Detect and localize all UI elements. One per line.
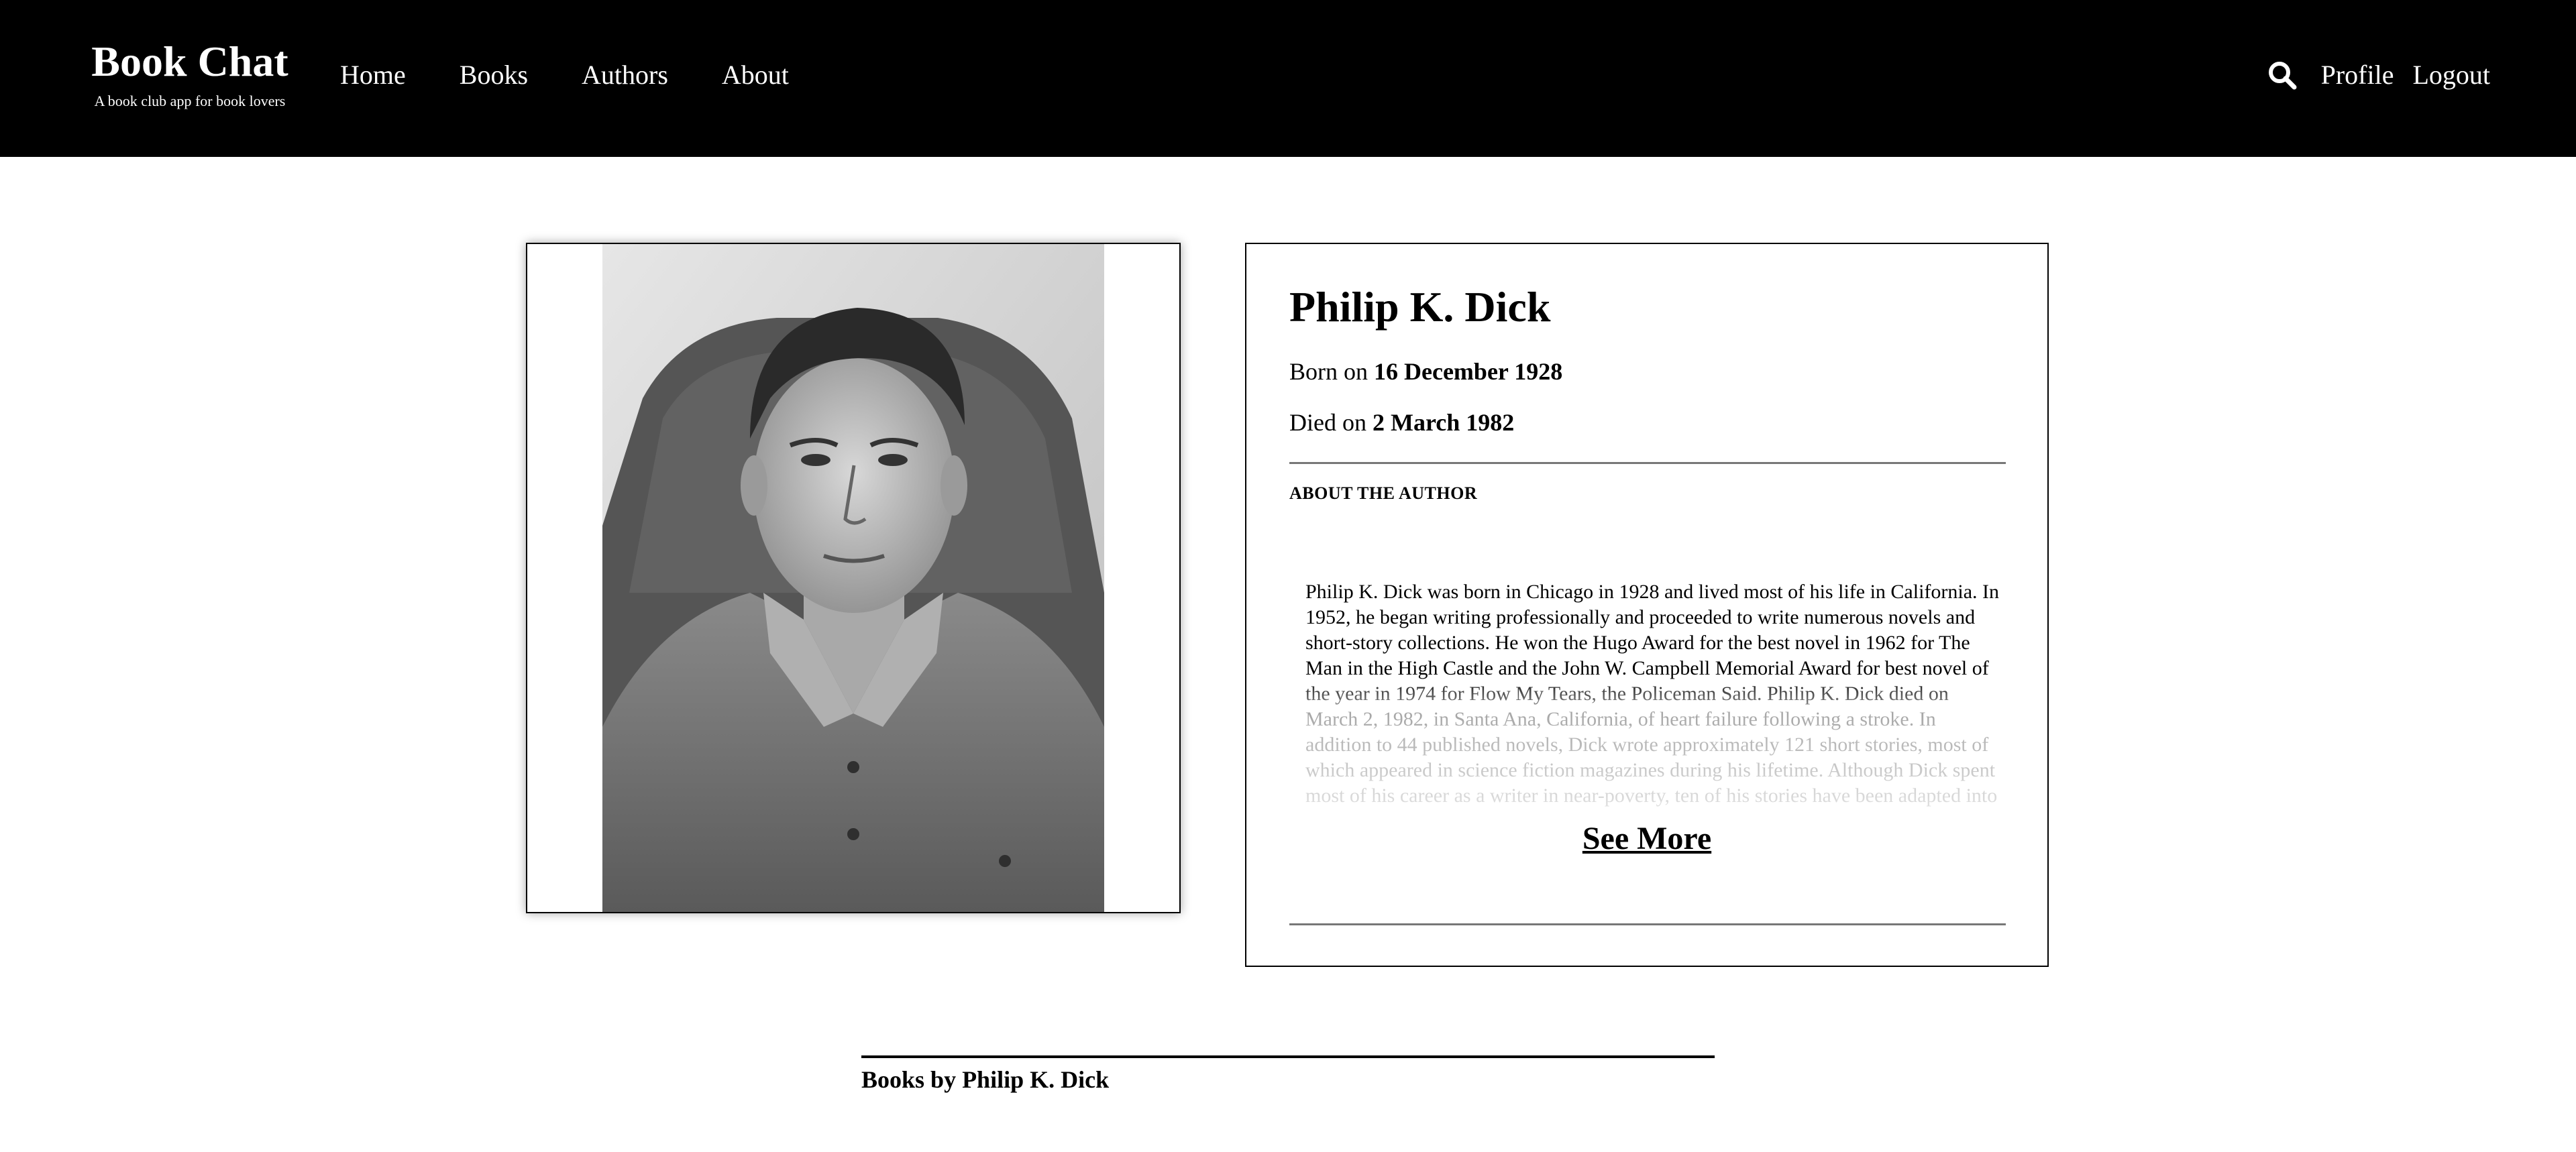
nav-about[interactable]: About bbox=[722, 55, 789, 95]
top-navbar: Book Chat A book club app for book lover… bbox=[0, 0, 2576, 157]
brand[interactable]: Book Chat A book club app for book lover… bbox=[86, 35, 294, 111]
died-prefix: Died on bbox=[1289, 409, 1366, 436]
about-author-heading: ABOUT THE AUTHOR bbox=[1289, 483, 1478, 503]
brand-tagline: A book club app for book lovers bbox=[94, 93, 286, 109]
divider bbox=[1289, 462, 2006, 464]
died-date: 2 March 1982 bbox=[1372, 409, 1515, 436]
search-icon[interactable] bbox=[2266, 55, 2298, 95]
brand-title[interactable]: Book Chat bbox=[86, 35, 294, 89]
author-portrait-photo bbox=[602, 244, 1104, 912]
nav-books[interactable]: Books bbox=[460, 55, 528, 95]
main-nav: Home Books Authors About bbox=[340, 55, 843, 95]
header-actions: Profile Logout bbox=[2266, 55, 2490, 95]
see-more-link[interactable]: See More bbox=[1246, 819, 2047, 859]
books-section-heading: Books by Philip K. Dick bbox=[861, 1066, 1110, 1093]
author-bio: Philip K. Dick was born in Chicago in 19… bbox=[1305, 581, 2000, 807]
books-section-divider bbox=[861, 1055, 1715, 1058]
see-more-label[interactable]: See More bbox=[1578, 821, 1716, 856]
profile-link[interactable]: Profile bbox=[2321, 55, 2394, 95]
died-line: Died on 2 March 1982 bbox=[1289, 406, 1514, 439]
author-info-card: Philip K. Dick Born on 16 December 1928 … bbox=[1245, 243, 2049, 967]
born-date: 16 December 1928 bbox=[1374, 358, 1563, 385]
born-line: Born on 16 December 1928 bbox=[1289, 355, 1562, 388]
divider bbox=[1289, 923, 2006, 925]
logout-link[interactable]: Logout bbox=[2412, 55, 2490, 95]
nav-authors[interactable]: Authors bbox=[582, 55, 668, 95]
author-bio-container: Philip K. Dick was born in Chicago in 19… bbox=[1305, 579, 2003, 834]
born-prefix: Born on bbox=[1289, 358, 1368, 385]
author-name: Philip K. Dick bbox=[1289, 283, 1551, 331]
author-portrait-frame bbox=[526, 243, 1181, 913]
nav-home[interactable]: Home bbox=[340, 55, 406, 95]
